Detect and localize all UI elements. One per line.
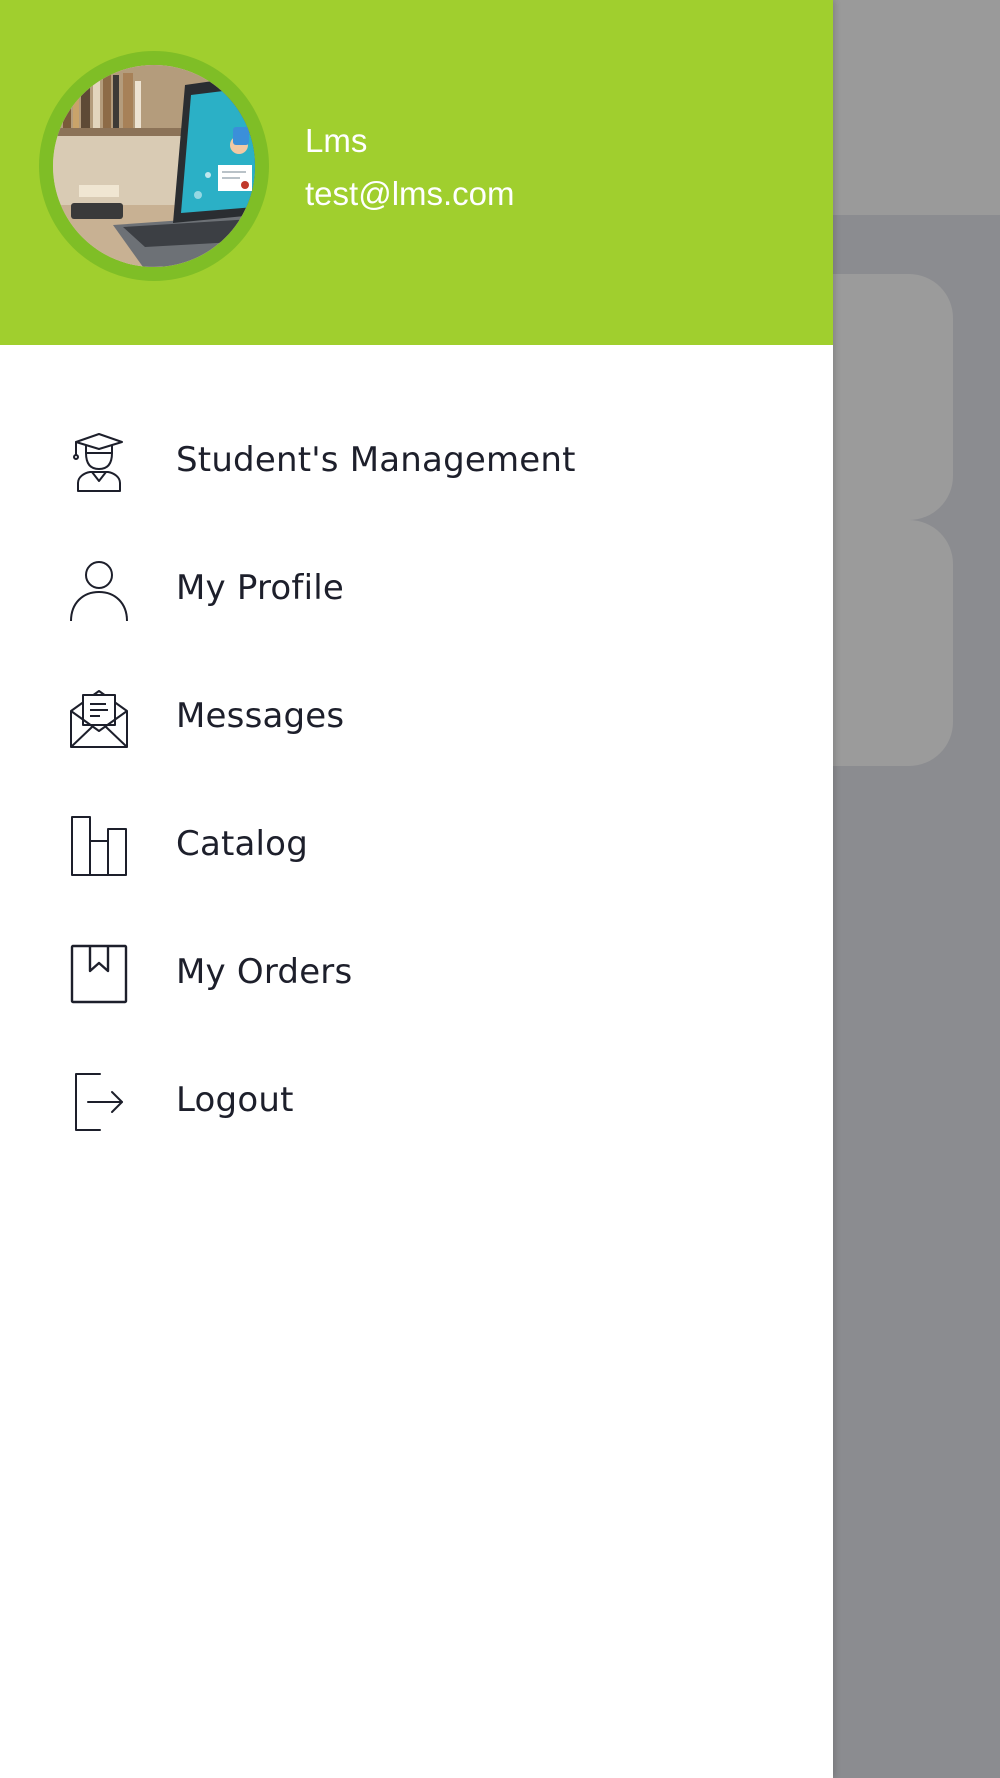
logout-icon: [68, 1071, 130, 1133]
navigation-drawer: Lms test@lms.com Student's Management My…: [0, 0, 833, 1778]
menu-item-students-management[interactable]: Student's Management: [0, 397, 833, 525]
menu-item-label: Logout: [176, 1080, 294, 1120]
drawer-menu: Student's Management My Profile Messages…: [0, 397, 833, 1165]
avatar-ring: [39, 51, 269, 281]
graduate-icon: [68, 431, 130, 493]
user-icon: [68, 559, 130, 621]
menu-item-label: Messages: [176, 696, 345, 736]
menu-item-label: Catalog: [176, 824, 308, 864]
menu-item-messages[interactable]: Messages: [0, 653, 833, 781]
drawer-header: Lms test@lms.com: [0, 0, 833, 345]
menu-item-catalog[interactable]: Catalog: [0, 781, 833, 909]
menu-item-my-orders[interactable]: My Orders: [0, 909, 833, 1037]
menu-item-my-profile[interactable]: My Profile: [0, 525, 833, 653]
menu-item-label: Student's Management: [176, 440, 576, 480]
user-name: Lms: [305, 122, 368, 159]
avatar[interactable]: [53, 65, 255, 267]
user-email: test@lms.com: [305, 175, 515, 212]
catalog-icon: [68, 815, 130, 877]
menu-item-label: My Profile: [176, 568, 344, 608]
bookmark-icon: [68, 943, 130, 1005]
menu-item-logout[interactable]: Logout: [0, 1037, 833, 1165]
open-envelope-icon: [68, 687, 130, 749]
menu-item-label: My Orders: [176, 952, 353, 992]
